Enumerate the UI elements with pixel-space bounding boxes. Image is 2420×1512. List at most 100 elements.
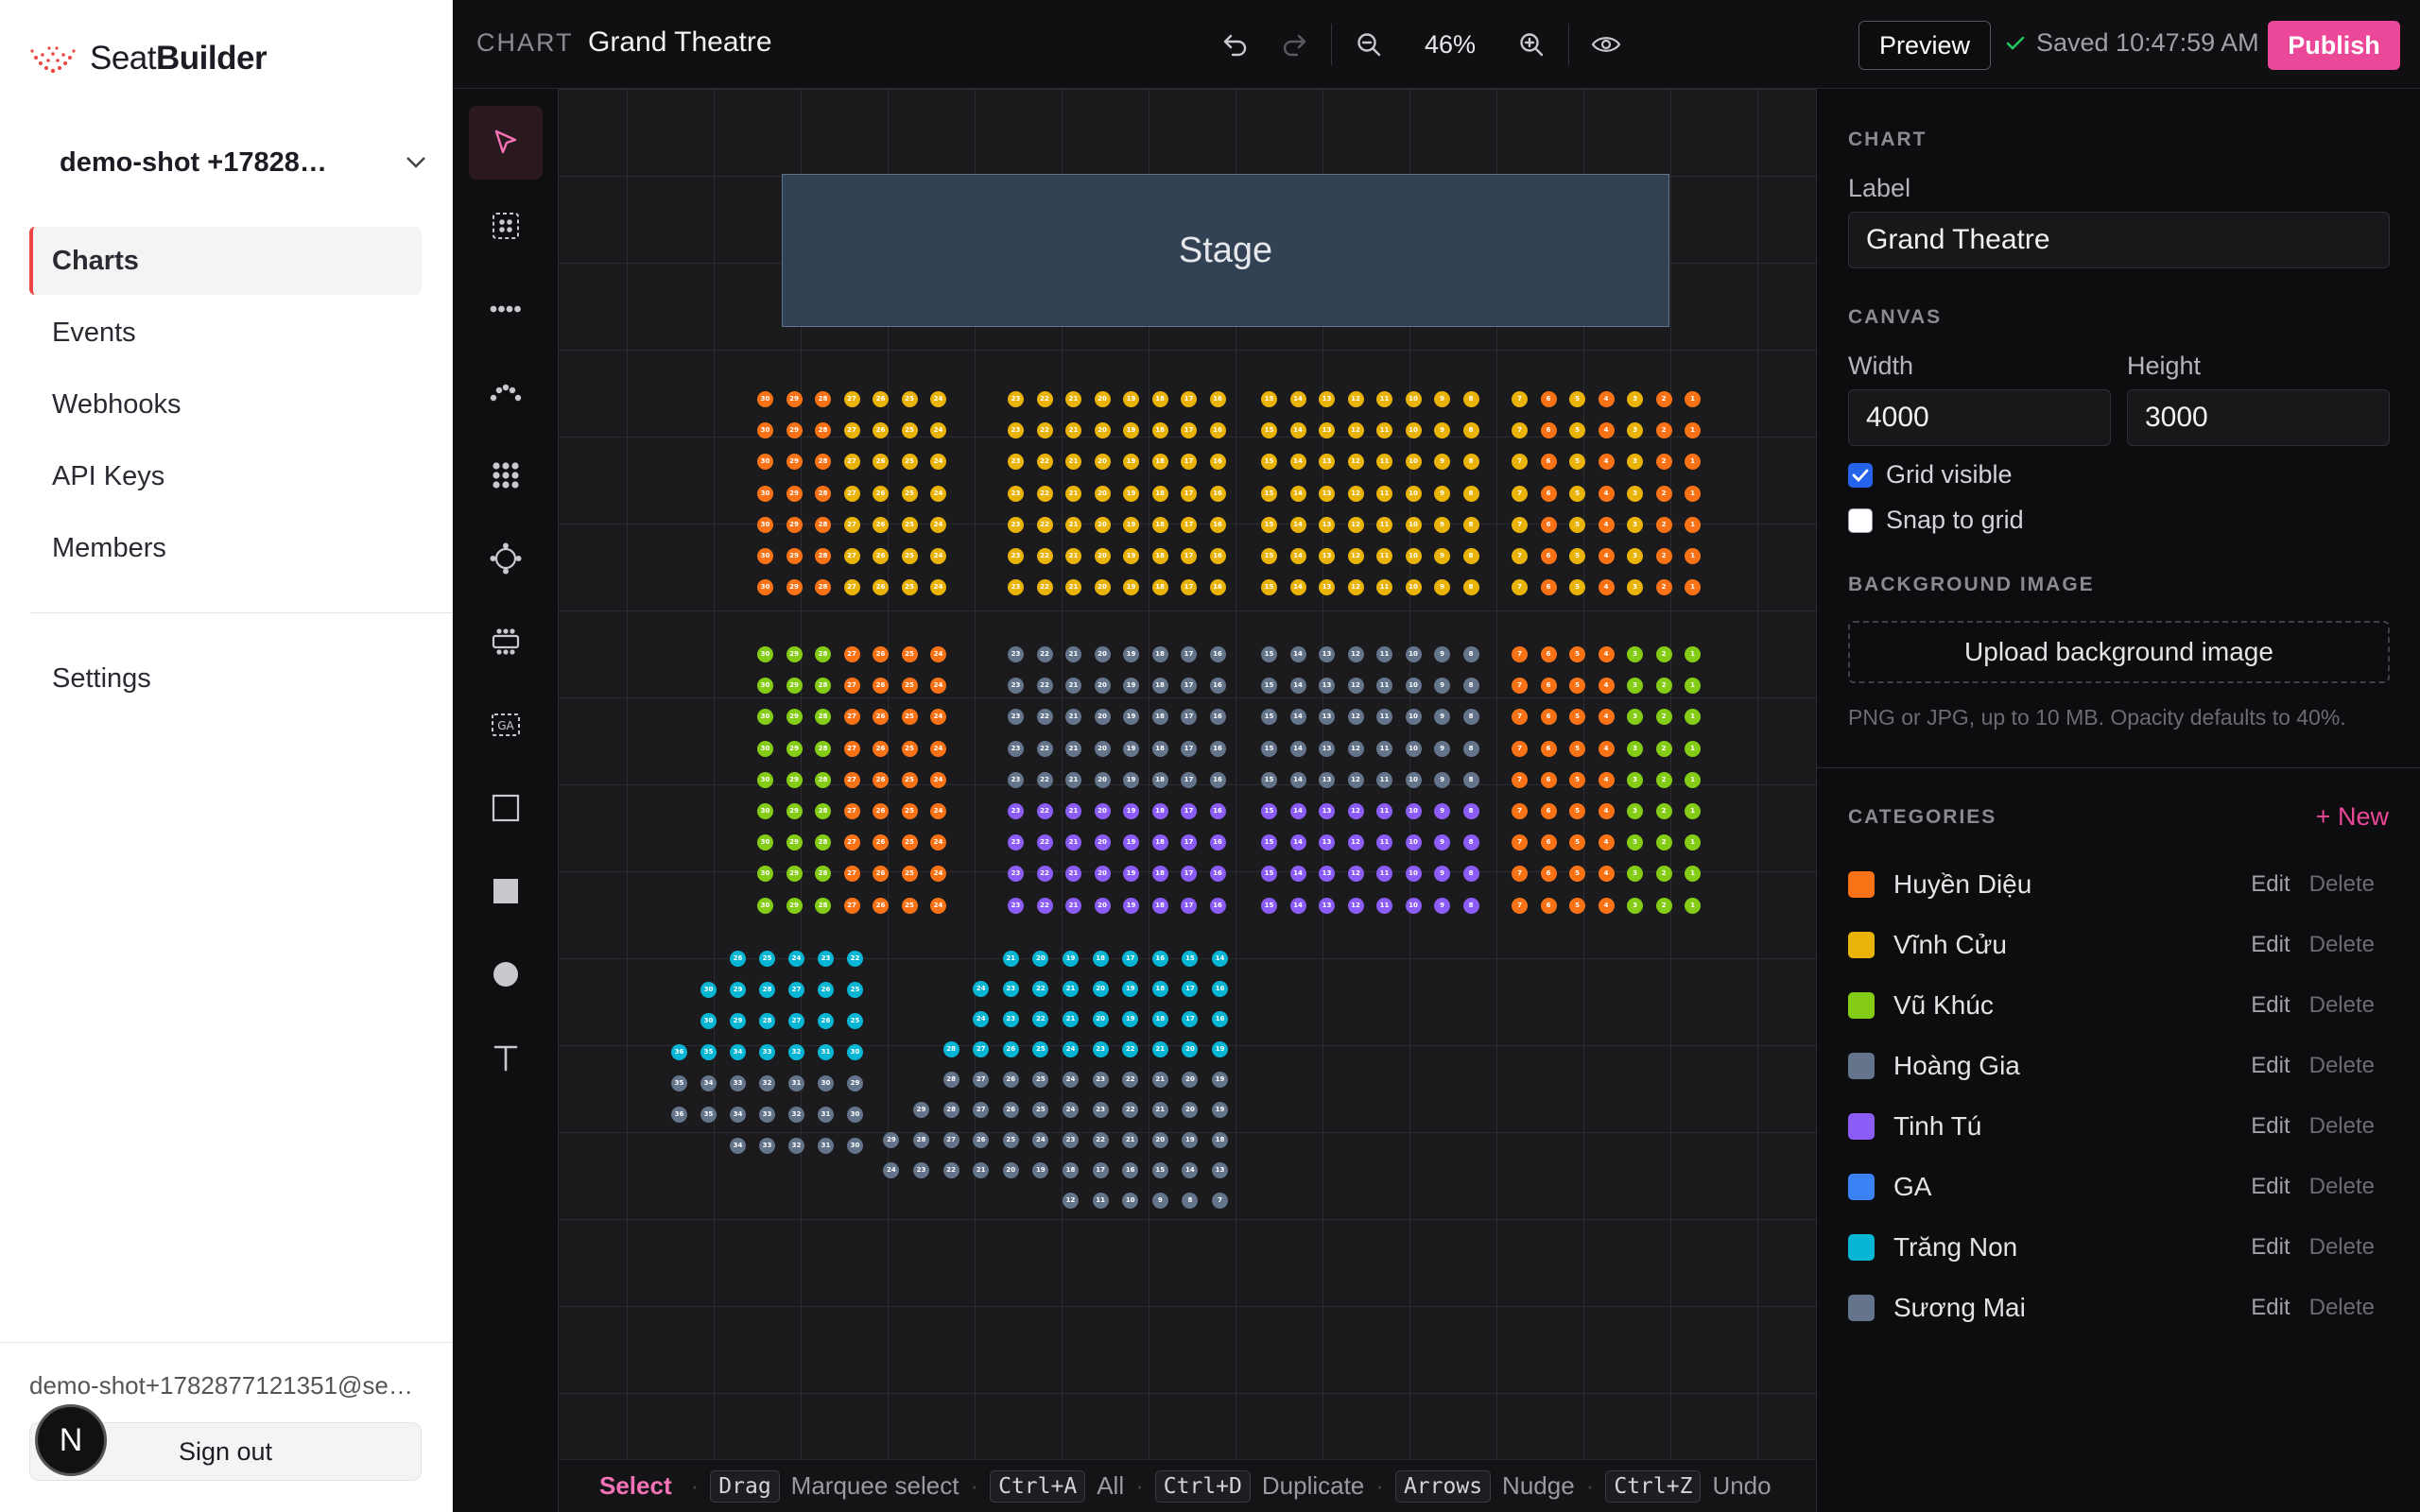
seat[interactable]: 12 (1347, 646, 1364, 662)
seat[interactable]: 17 (1181, 678, 1197, 695)
seat[interactable]: 29 (786, 771, 803, 788)
delete-category-button[interactable]: Delete (2309, 1295, 2375, 1321)
seat[interactable]: 22 (1036, 678, 1053, 695)
seat[interactable]: 24 (1063, 1102, 1079, 1118)
seat[interactable]: 23 (1092, 1041, 1109, 1057)
seat[interactable]: 13 (1319, 771, 1335, 788)
seat[interactable]: 30 (700, 1013, 717, 1029)
seat[interactable]: 18 (1151, 709, 1168, 726)
seat[interactable]: 8 (1462, 422, 1479, 439)
filled-rectangle-tool[interactable] (469, 854, 543, 928)
seat[interactable]: 11 (1376, 678, 1392, 695)
seat[interactable]: 28 (815, 454, 831, 471)
seat[interactable]: 14 (1182, 1162, 1199, 1178)
seat[interactable]: 12 (1347, 485, 1364, 502)
seat[interactable]: 12 (1347, 834, 1364, 851)
seat[interactable]: 5 (1569, 740, 1585, 757)
seat[interactable]: 5 (1569, 897, 1585, 914)
category-row[interactable]: GA Edit Delete (1848, 1157, 2390, 1217)
seat[interactable]: 7 (1512, 646, 1528, 662)
seat[interactable]: 22 (1036, 897, 1053, 914)
seat[interactable]: 14 (1289, 516, 1306, 533)
seat[interactable]: 30 (757, 548, 773, 564)
seat[interactable]: 9 (1434, 866, 1450, 883)
seat[interactable]: 20 (1094, 866, 1111, 883)
seat[interactable]: 6 (1540, 834, 1557, 851)
seat[interactable]: 27 (843, 834, 860, 851)
seat[interactable]: 27 (843, 548, 860, 564)
seat[interactable]: 2 (1655, 646, 1672, 662)
seat[interactable]: 26 (873, 678, 889, 695)
category-color-swatch[interactable] (1848, 1053, 1875, 1079)
seat[interactable]: 34 (730, 1138, 746, 1154)
seat[interactable]: 5 (1569, 485, 1585, 502)
seat[interactable]: 15 (1261, 454, 1277, 471)
seat[interactable]: 18 (1151, 866, 1168, 883)
edit-category-button[interactable]: Edit (2251, 1053, 2290, 1079)
seat[interactable]: 20 (1092, 1011, 1109, 1027)
seat[interactable]: 19 (1123, 678, 1139, 695)
category-color-swatch[interactable] (1848, 1234, 1875, 1261)
seat[interactable]: 30 (757, 646, 773, 662)
seat[interactable]: 21 (1063, 981, 1079, 997)
seat[interactable]: 29 (786, 897, 803, 914)
seat[interactable]: 25 (901, 897, 918, 914)
seat[interactable]: 16 (1209, 709, 1226, 726)
seat[interactable]: 14 (1289, 771, 1306, 788)
seat[interactable]: 13 (1319, 834, 1335, 851)
seat[interactable]: 17 (1181, 548, 1197, 564)
seat[interactable]: 18 (1151, 422, 1168, 439)
seat[interactable]: 16 (1122, 1162, 1139, 1178)
seat[interactable]: 26 (873, 834, 889, 851)
seat[interactable]: 1 (1685, 516, 1701, 533)
seat[interactable]: 12 (1347, 771, 1364, 788)
seat[interactable]: 27 (973, 1102, 990, 1118)
seat[interactable]: 28 (815, 897, 831, 914)
seat[interactable]: 11 (1376, 579, 1392, 596)
seat[interactable]: 12 (1347, 740, 1364, 757)
seat[interactable]: 25 (759, 951, 775, 967)
seat[interactable]: 21 (1151, 1102, 1168, 1118)
seat[interactable]: 15 (1151, 1162, 1168, 1178)
seat[interactable]: 33 (759, 1044, 775, 1060)
seat[interactable]: 2 (1655, 548, 1672, 564)
seat[interactable]: 4 (1598, 422, 1615, 439)
seat[interactable]: 2 (1655, 422, 1672, 439)
seat[interactable]: 19 (1123, 516, 1139, 533)
seat[interactable]: 9 (1434, 516, 1450, 533)
seat[interactable]: 26 (873, 866, 889, 883)
category-color-swatch[interactable] (1848, 871, 1875, 898)
seat[interactable]: 15 (1261, 709, 1277, 726)
seat[interactable]: 28 (815, 678, 831, 695)
seat[interactable]: 22 (1036, 422, 1053, 439)
seat[interactable]: 29 (730, 1013, 746, 1029)
seat[interactable]: 30 (757, 803, 773, 819)
seat[interactable]: 23 (1063, 1132, 1079, 1148)
category-color-swatch[interactable] (1848, 932, 1875, 958)
seat[interactable]: 21 (1065, 803, 1081, 819)
seat[interactable]: 24 (930, 709, 946, 726)
seat[interactable]: 30 (757, 516, 773, 533)
seat[interactable]: 16 (1212, 1011, 1228, 1027)
seat[interactable]: 9 (1434, 771, 1450, 788)
seat[interactable]: 8 (1462, 646, 1479, 662)
seat[interactable]: 19 (1182, 1132, 1199, 1148)
seat[interactable]: 27 (843, 771, 860, 788)
seat[interactable]: 28 (815, 485, 831, 502)
seat[interactable]: 11 (1376, 803, 1392, 819)
seat[interactable]: 17 (1181, 579, 1197, 596)
rect-table-tool[interactable] (469, 605, 543, 679)
category-color-swatch[interactable] (1848, 1174, 1875, 1200)
seat[interactable]: 14 (1289, 897, 1306, 914)
seat[interactable]: 18 (1151, 771, 1168, 788)
seat[interactable]: 13 (1319, 391, 1335, 407)
seat[interactable]: 33 (730, 1075, 746, 1091)
seat[interactable]: 17 (1181, 771, 1197, 788)
seat[interactable]: 14 (1289, 422, 1306, 439)
seat[interactable]: 5 (1569, 709, 1585, 726)
seat[interactable]: 26 (730, 951, 746, 967)
seat[interactable]: 14 (1212, 951, 1228, 967)
seat[interactable]: 23 (1008, 834, 1024, 851)
seat[interactable]: 5 (1569, 803, 1585, 819)
seat[interactable]: 17 (1181, 646, 1197, 662)
